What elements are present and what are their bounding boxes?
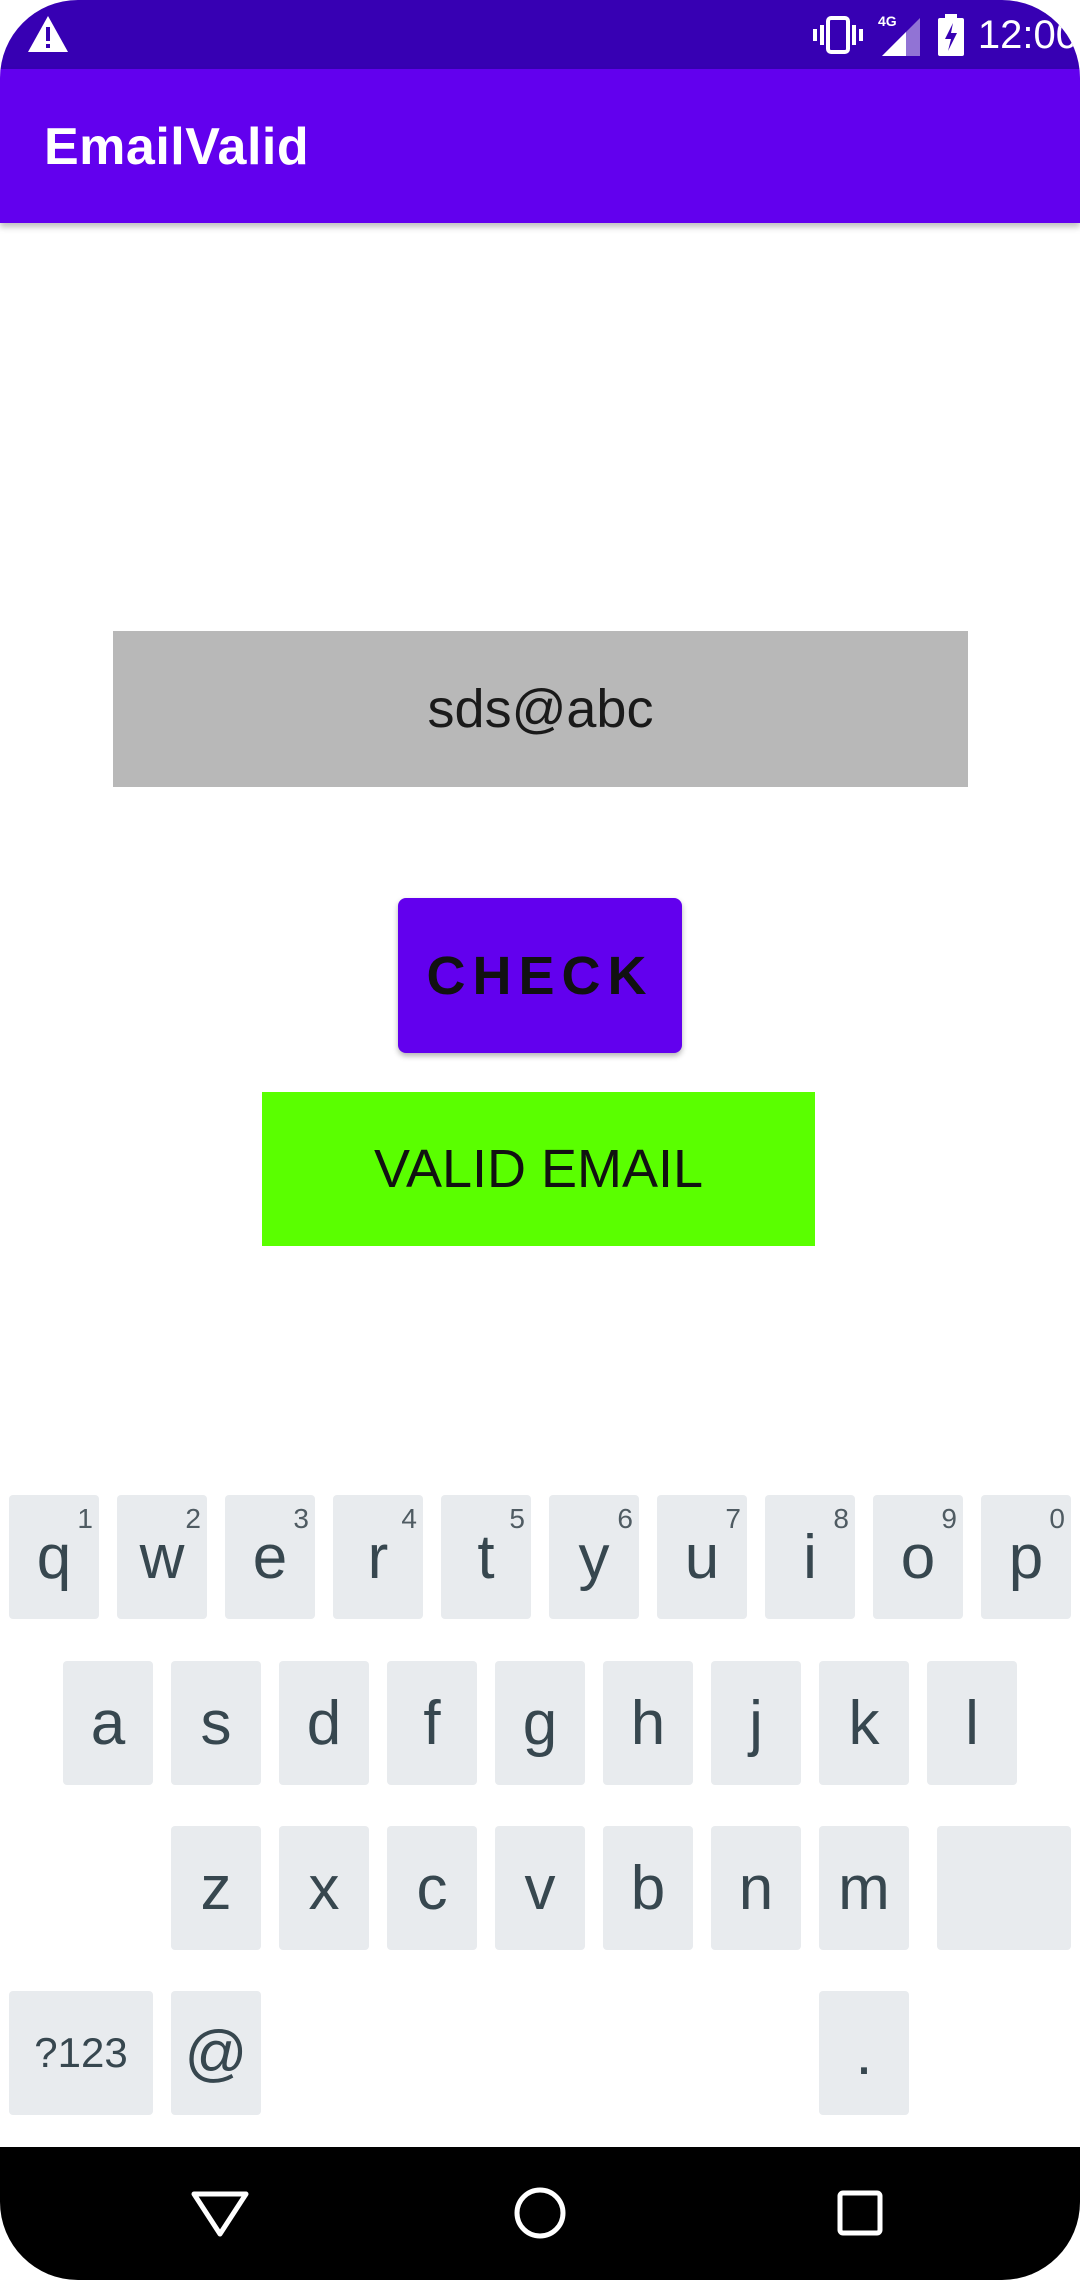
key-hint: 8 xyxy=(833,1503,849,1534)
recents-square-icon xyxy=(837,2190,883,2236)
key-t[interactable]: t5 xyxy=(441,1495,531,1619)
key-r[interactable]: r4 xyxy=(333,1495,423,1619)
navigation-bar xyxy=(0,2147,1080,2280)
validation-result: VALID EMAIL xyxy=(262,1092,815,1246)
key-label: r xyxy=(367,1522,389,1592)
home-circle-icon xyxy=(514,2187,566,2239)
key-d[interactable]: d xyxy=(279,1661,369,1785)
key-label: t xyxy=(477,1522,495,1592)
key-m[interactable]: m xyxy=(819,1826,909,1950)
screen: 4G 12:00 EmailValid sds@abc CHECK VALID … xyxy=(0,0,1080,2280)
key-label: y xyxy=(578,1522,610,1592)
key-label: i xyxy=(803,1522,817,1592)
key-s[interactable]: s xyxy=(171,1661,261,1785)
key-w[interactable]: w2 xyxy=(117,1495,207,1619)
key-q[interactable]: q1 xyxy=(9,1495,99,1619)
at-key[interactable]: @ xyxy=(171,1991,261,2115)
key-v[interactable]: v xyxy=(495,1826,585,1950)
key-b[interactable]: b xyxy=(603,1826,693,1950)
key-x[interactable]: x xyxy=(279,1826,369,1950)
recents-button[interactable] xyxy=(824,2177,896,2249)
signal-4g-icon: 4G xyxy=(878,13,920,56)
key-hint: 6 xyxy=(617,1503,633,1534)
status-bar: 4G 12:00 xyxy=(0,0,1080,69)
key-a[interactable]: a xyxy=(63,1661,153,1785)
status-time: 12:00 xyxy=(977,12,1078,57)
key-e[interactable]: e3 xyxy=(225,1495,315,1619)
key-u[interactable]: u7 xyxy=(657,1495,747,1619)
key-hint: 4 xyxy=(401,1503,417,1534)
key-label: w xyxy=(139,1522,185,1592)
key-y[interactable]: y6 xyxy=(549,1495,639,1619)
check-button[interactable]: CHECK xyxy=(398,898,682,1053)
battery-charging-icon xyxy=(937,14,964,56)
app-title: EmailValid xyxy=(44,118,310,176)
key-label: e xyxy=(252,1522,288,1592)
key-f[interactable]: f xyxy=(387,1661,477,1785)
key-h[interactable]: h xyxy=(603,1661,693,1785)
key-hint: 1 xyxy=(77,1503,93,1534)
key-o[interactable]: o9 xyxy=(873,1495,963,1619)
back-triangle-icon xyxy=(191,2191,249,2237)
key-hint: 9 xyxy=(941,1503,957,1534)
backspace-key[interactable] xyxy=(937,1826,1071,1950)
key-p[interactable]: p0 xyxy=(981,1495,1071,1619)
key-label: q xyxy=(36,1522,72,1592)
key-hint: 2 xyxy=(185,1503,201,1534)
period-key[interactable]: . xyxy=(819,1991,909,2115)
email-input[interactable]: sds@abc xyxy=(113,631,968,787)
warning-icon xyxy=(28,16,68,52)
status-icons: 4G 12:00 xyxy=(812,10,1080,60)
app-bar: EmailValid xyxy=(0,69,1080,223)
key-c[interactable]: c xyxy=(387,1826,477,1950)
key-j[interactable]: j xyxy=(711,1661,801,1785)
back-button[interactable] xyxy=(184,2177,256,2249)
vibrate-icon xyxy=(812,16,863,54)
key-label: p xyxy=(1008,1522,1044,1592)
symbols-key[interactable]: ?123 xyxy=(9,1991,153,2115)
key-hint: 3 xyxy=(293,1503,309,1534)
key-i[interactable]: i8 xyxy=(765,1495,855,1619)
key-label: u xyxy=(684,1522,720,1592)
svg-text:4G: 4G xyxy=(878,13,897,29)
key-l[interactable]: l xyxy=(927,1661,1017,1785)
home-button[interactable] xyxy=(504,2177,576,2249)
key-label: o xyxy=(900,1522,936,1592)
soft-keyboard: q1 w2 e3 r4 t5 y6 u7 i8 o9 p0 a s d f g … xyxy=(0,1480,1080,2147)
key-n[interactable]: n xyxy=(711,1826,801,1950)
key-k[interactable]: k xyxy=(819,1661,909,1785)
key-z[interactable]: z xyxy=(171,1826,261,1950)
key-hint: 0 xyxy=(1049,1503,1065,1534)
key-g[interactable]: g xyxy=(495,1661,585,1785)
key-hint: 7 xyxy=(725,1503,741,1534)
key-hint: 5 xyxy=(509,1503,525,1534)
